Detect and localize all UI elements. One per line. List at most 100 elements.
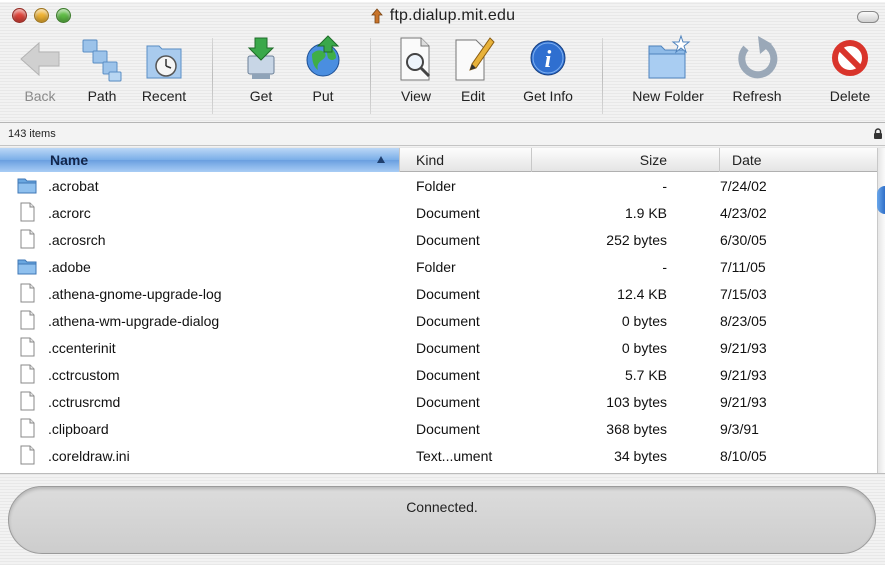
file-size: 252 bytes [606,232,667,248]
view-magnifier-icon [400,37,431,81]
file-name: .clipboard [48,421,109,437]
items-count: 143 items [8,128,56,140]
file-name: .cctrcustom [48,367,120,383]
kind-header-label: Kind [416,152,445,168]
file-row[interactable]: .clipboard Document 368 bytes 9/3/91 [0,415,877,442]
put-globe-icon [306,35,340,77]
file-kind: Document [416,394,480,410]
file-name: .acrosrch [48,232,106,248]
document-icon [20,283,35,303]
folder-icon [17,259,37,275]
minimize-window-button[interactable] [34,8,49,23]
column-headers: Name Kind Size Date [0,148,877,172]
file-row[interactable]: .acrorc Document 1.9 KB 4/23/02 [0,199,877,226]
file-row[interactable]: .cctrusrcmd Document 103 bytes 9/21/93 [0,388,877,415]
connection-status-text: Connected. [406,499,478,515]
back-button[interactable]: Back [12,34,68,116]
file-name: .athena-gnome-upgrade-log [48,286,222,302]
file-kind: Document [416,367,480,383]
file-date: 9/3/91 [720,421,759,437]
file-name: .athena-wm-upgrade-dialog [48,313,220,329]
view-label: View [400,88,432,104]
file-kind: Document [416,421,480,437]
path-folders-icon [82,39,122,82]
file-date: 8/10/05 [720,448,767,464]
file-rows: .acrobat Folder - 7/24/02 .acrorc Docume… [0,172,877,469]
size-header-label: Size [639,152,667,168]
vertical-scrollbar[interactable] [877,148,885,473]
sort-ascending-icon [377,156,385,163]
file-row[interactable]: .athena-gnome-upgrade-log Document 12.4 … [0,280,877,307]
put-label: Put [312,88,334,104]
items-status-bar: 143 items [0,122,885,146]
file-kind: Document [416,313,480,329]
window-title-text: ftp.dialup.mit.edu [389,7,516,24]
scrollbar-thumb[interactable] [877,186,885,214]
view-button[interactable]: View [388,34,444,116]
zoom-window-button[interactable] [56,8,71,23]
date-column-header[interactable]: Date [720,148,877,172]
edit-button[interactable]: Edit [450,34,496,116]
file-size: 1.9 KB [624,205,667,221]
path-button[interactable]: Path [74,34,130,116]
info-icon: i [530,40,566,76]
file-name: .coreldraw.ini [48,448,130,464]
file-row[interactable]: .coreldraw.ini Text...ument 34 bytes 8/1… [0,442,877,469]
file-kind: Document [416,286,480,302]
refresh-button[interactable]: Refresh [722,34,792,116]
size-column-header[interactable]: Size [532,148,720,172]
file-date: 7/15/03 [720,286,767,302]
delete-label: Delete [829,88,871,104]
delete-prohibit-icon [832,40,868,76]
close-window-button[interactable] [12,8,27,23]
document-icon [20,202,35,222]
file-kind: Document [416,205,480,221]
document-icon [20,310,35,330]
file-row[interactable]: .cctrcustom Document 5.7 KB 9/21/93 [0,361,877,388]
file-row[interactable]: .acrobat Folder - 7/24/02 [0,172,877,199]
path-label: Path [87,88,117,104]
back-arrow-icon [20,41,60,77]
file-date: 4/23/02 [720,205,767,221]
file-row[interactable]: .adobe Folder - 7/11/05 [0,253,877,280]
lock-icon [874,128,882,139]
kind-column-header[interactable]: Kind [400,148,532,172]
new-folder-icon [648,34,691,79]
name-header-label: Name [50,152,89,168]
back-label: Back [24,88,56,104]
recent-button[interactable]: Recent [136,34,192,116]
new-folder-button[interactable]: New Folder [618,34,718,116]
document-icon [20,364,35,384]
delete-button[interactable]: Delete [818,34,882,116]
document-icon [20,229,35,249]
file-name: .ccenterinit [48,340,116,356]
file-row[interactable]: .athena-wm-upgrade-dialog Document 0 byt… [0,307,877,334]
get-label: Get [249,88,273,104]
name-column-header[interactable]: Name [0,148,400,172]
file-date: 7/11/05 [720,259,766,275]
file-size: 0 bytes [621,340,667,356]
file-size: 12.4 KB [617,286,667,302]
get-button[interactable]: Get [236,34,286,116]
file-row[interactable]: .ccenterinit Document 0 bytes 9/21/93 [0,334,877,361]
server-proxy-icon[interactable] [370,8,384,24]
window-controls [12,8,71,23]
recent-label: Recent [141,88,187,104]
refresh-label: Refresh [732,88,782,104]
file-size: 5.7 KB [624,367,667,383]
file-name: .cctrusrcmd [48,394,121,410]
file-name: .acrorc [48,205,91,221]
file-date: 9/21/93 [720,394,767,410]
toolbar-separator [602,38,603,114]
file-name: .adobe [48,259,91,275]
document-icon [20,337,35,357]
file-date: 9/21/93 [720,340,767,356]
document-icon [20,391,35,411]
toolbar-toggle-button[interactable] [857,11,879,23]
title-bar: ftp.dialup.mit.edu [0,2,885,30]
get-info-label: Get Info [523,88,573,104]
get-info-button[interactable]: i Get Info [510,34,586,116]
refresh-arrow-icon [738,36,778,79]
file-row[interactable]: .acrosrch Document 252 bytes 6/30/05 [0,226,877,253]
put-button[interactable]: Put [298,34,348,116]
